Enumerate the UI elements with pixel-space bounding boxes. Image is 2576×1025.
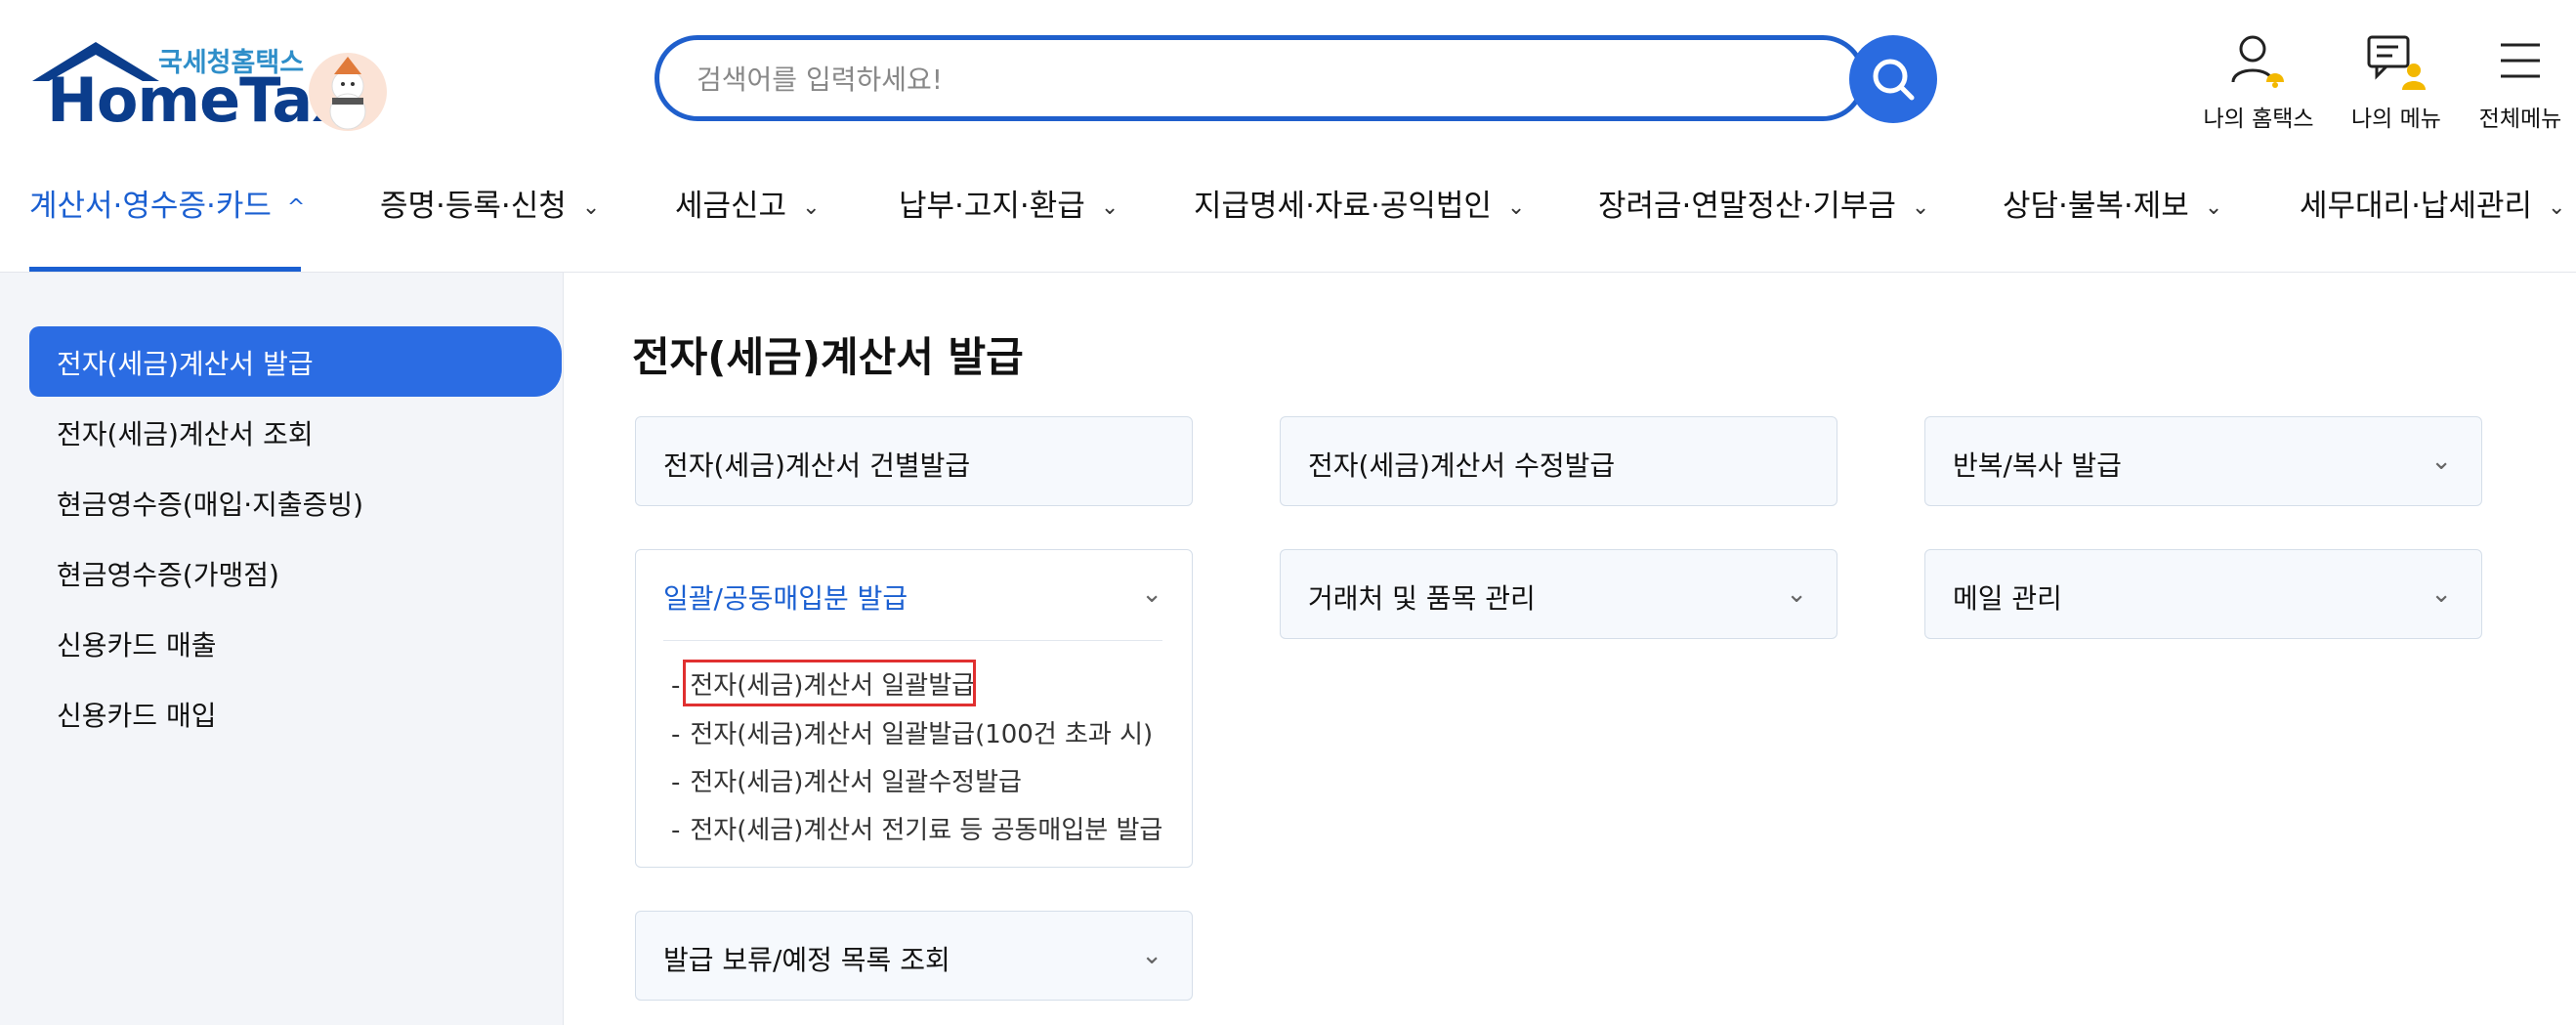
card-repeat-copy-issue[interactable]: 반복/복사 발급 ⌄ bbox=[1924, 416, 2482, 506]
card-pending-list[interactable]: 발급 보류/예정 목록 조회 ⌄ bbox=[635, 911, 1193, 1001]
nav-label: 증명·등록·신청 bbox=[380, 189, 567, 224]
search-input[interactable] bbox=[695, 40, 1773, 118]
all-menu-label: 전체메뉴 bbox=[2478, 107, 2562, 132]
my-hometax-label: 나의 홈택스 bbox=[2203, 107, 2314, 132]
card-title[interactable]: 일괄/공동매입분 발급 bbox=[663, 577, 908, 617]
chevron-up-icon: ^ bbox=[286, 195, 306, 220]
card-title: 반복/복사 발급 bbox=[1953, 449, 2122, 482]
chevron-down-icon: ⌄ bbox=[581, 195, 601, 220]
snowman-mascot-icon bbox=[309, 53, 387, 131]
hamburger-icon bbox=[2501, 43, 2540, 78]
sidebar-item-inquiry[interactable]: 전자(세금)계산서 조회 bbox=[57, 413, 314, 452]
sidebar-item-card-purchase[interactable]: 신용카드 매입 bbox=[57, 695, 216, 734]
all-menu-button[interactable]: 전체메뉴 bbox=[2452, 31, 2576, 133]
card-title: 전자(세금)계산서 건별발급 bbox=[663, 449, 971, 482]
nav-tax-filing[interactable]: 세금신고 ⌄ bbox=[675, 181, 821, 225]
chevron-down-icon: ⌄ bbox=[802, 195, 821, 220]
card-bulk-issue: 일괄/공동매입분 발급 ⌄ - 전자(세금)계산서 일괄발급 - 전자(세금)계산서… bbox=[635, 549, 1193, 868]
nav-label: 지급명세·자료·공익법인 bbox=[1194, 189, 1492, 224]
nav-invoice-receipt-card[interactable]: 계산서·영수증·카드 ^ bbox=[29, 181, 305, 225]
nav-label: 장려금·연말정산·기부금 bbox=[1598, 189, 1896, 224]
nav-label: 세금신고 bbox=[675, 189, 787, 224]
nav-tax-agent[interactable]: 세무대리·납세관리 ⌄ bbox=[2300, 181, 2565, 225]
bullet-dash: - bbox=[671, 671, 681, 701]
card-title: 거래처 및 품목 관리 bbox=[1308, 582, 1536, 615]
chevron-down-icon: ⌄ bbox=[1141, 941, 1162, 970]
nav-label: 세무대리·납세관리 bbox=[2300, 189, 2533, 224]
list-item[interactable]: - 전자(세금)계산서 일괄수정발급 bbox=[671, 762, 1022, 798]
subitem-label: 전자(세금)계산서 전기료 등 공동매입분 발급 bbox=[690, 816, 1163, 845]
nav-payment-statement[interactable]: 지급명세·자료·공익법인 ⌄ bbox=[1194, 181, 1525, 225]
subitem-label: 전자(세금)계산서 일괄발급(100건 초과 시) bbox=[690, 720, 1154, 749]
card-title: 메일 관리 bbox=[1953, 582, 2062, 615]
nav-payment-refund[interactable]: 납부·고지·환급 ⌄ bbox=[899, 181, 1119, 225]
search-box bbox=[655, 35, 1866, 121]
card-amend-issue[interactable]: 전자(세금)계산서 수정발급 bbox=[1280, 416, 1837, 506]
chevron-down-icon: ⌄ bbox=[1911, 195, 1930, 220]
nav-label: 상담·불복·제보 bbox=[2003, 189, 2189, 224]
nav-label: 납부·고지·환급 bbox=[899, 189, 1085, 224]
chevron-down-icon: ⌄ bbox=[1786, 579, 1807, 609]
chevron-down-icon: ⌄ bbox=[2548, 195, 2566, 220]
chevron-down-icon: ⌄ bbox=[2430, 447, 2452, 476]
chat-user-icon bbox=[2367, 35, 2426, 90]
user-bell-icon bbox=[2231, 35, 2284, 88]
chevron-down-icon: ⌄ bbox=[1506, 195, 1526, 220]
highlight-box bbox=[683, 660, 976, 706]
sidebar-item-cash-receipt-merchant[interactable]: 현금영수증(가맹점) bbox=[57, 554, 279, 593]
bullet-dash: - bbox=[671, 768, 681, 797]
page-title: 전자(세금)계산서 발급 bbox=[632, 333, 1024, 381]
my-menu-button[interactable]: 나의 메뉴 bbox=[2328, 31, 2465, 133]
card-title: 전자(세금)계산서 수정발급 bbox=[1308, 449, 1616, 482]
chevron-down-icon: ⌄ bbox=[2430, 579, 2452, 609]
nav-certificate-registration[interactable]: 증명·등록·신청 ⌄ bbox=[380, 181, 600, 225]
search-icon bbox=[1873, 59, 1915, 101]
card-mail-management[interactable]: 메일 관리 ⌄ bbox=[1924, 549, 2482, 639]
card-divider bbox=[663, 640, 1162, 641]
nav-incentive-yearend[interactable]: 장려금·연말정산·기부금 ⌄ bbox=[1598, 181, 1929, 225]
card-partner-item-management[interactable]: 거래처 및 품목 관리 ⌄ bbox=[1280, 549, 1837, 639]
sidebar-item-cash-receipt-purchase[interactable]: 현금영수증(매입·지출증빙) bbox=[57, 484, 363, 523]
nav-consultation[interactable]: 상담·불복·제보 ⌄ bbox=[2003, 181, 2222, 225]
list-item[interactable]: - 전자(세금)계산서 전기료 등 공동매입분 발급 bbox=[671, 810, 1162, 846]
card-single-issue[interactable]: 전자(세금)계산서 건별발급 bbox=[635, 416, 1193, 506]
subitem-label: 전자(세금)계산서 일괄수정발급 bbox=[690, 768, 1022, 797]
bullet-dash: - bbox=[671, 816, 681, 845]
search-button[interactable] bbox=[1849, 35, 1937, 123]
sidebar-item-issue[interactable]: 전자(세금)계산서 발급 bbox=[57, 343, 314, 382]
chevron-down-icon: ⌄ bbox=[1100, 195, 1119, 220]
my-menu-label: 나의 메뉴 bbox=[2351, 107, 2441, 132]
nav-label: 계산서·영수증·카드 bbox=[29, 189, 272, 224]
chevron-down-icon[interactable]: ⌄ bbox=[1141, 579, 1162, 609]
chevron-down-icon: ⌄ bbox=[2204, 195, 2223, 220]
my-hometax-button[interactable]: 나의 홈택스 bbox=[2190, 31, 2327, 133]
list-item[interactable]: - 전자(세금)계산서 일괄발급(100건 초과 시) bbox=[671, 714, 1153, 750]
sidebar-item-card-sales[interactable]: 신용카드 매출 bbox=[57, 624, 216, 663]
card-title: 발급 보류/예정 목록 조회 bbox=[663, 944, 950, 976]
bullet-dash: - bbox=[671, 720, 681, 749]
